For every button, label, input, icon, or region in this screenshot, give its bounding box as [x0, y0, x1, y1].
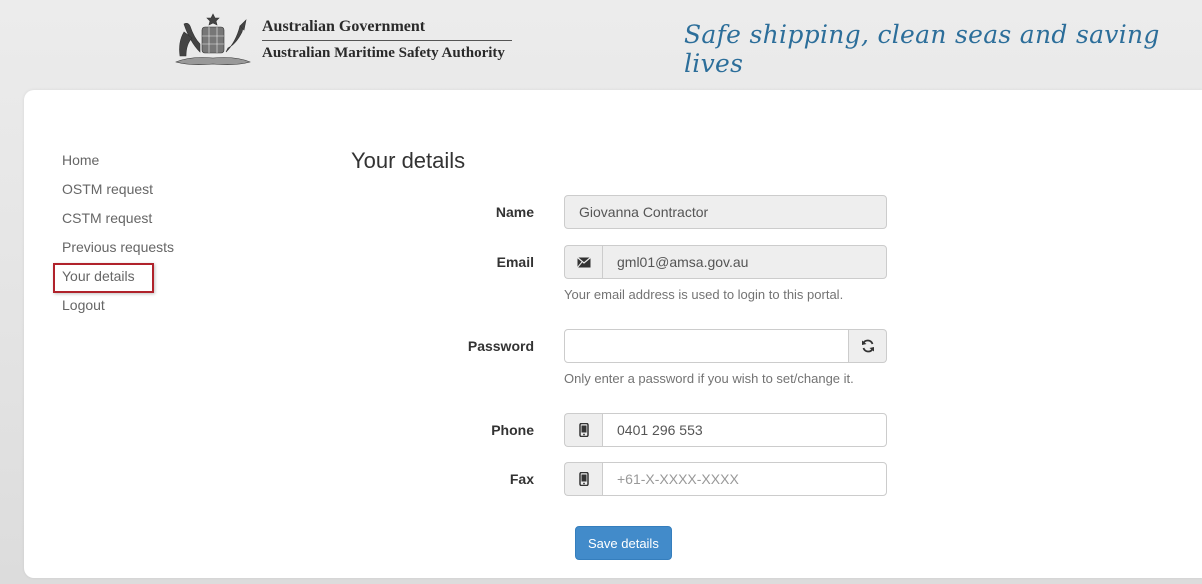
- tagline: Safe shipping, clean seas and saving liv…: [684, 20, 1160, 78]
- government-branding: Australian Government Australian Maritim…: [262, 18, 512, 62]
- site-header: Australian Government Australian Maritim…: [0, 0, 1202, 90]
- save-details-button[interactable]: Save details: [575, 526, 672, 560]
- email-input-group: [564, 245, 887, 279]
- email-label: Email: [496, 254, 534, 270]
- phone-input-group: [564, 413, 887, 447]
- mobile-phone-icon: [564, 413, 602, 447]
- password-label: Password: [467, 338, 534, 354]
- email-field[interactable]: [602, 245, 887, 279]
- name-field-wrapper: [564, 195, 887, 229]
- nav-item-home[interactable]: Home: [62, 150, 174, 179]
- page-title: Your details: [351, 148, 466, 173]
- refresh-icon[interactable]: [849, 329, 887, 363]
- mobile-phone-icon: [564, 462, 602, 496]
- name-field[interactable]: [564, 195, 887, 229]
- nav-item-logout[interactable]: Logout: [62, 295, 174, 324]
- name-label: Name: [495, 204, 534, 220]
- fax-label: Fax: [509, 471, 534, 487]
- password-input-group: [564, 329, 887, 363]
- coat-of-arms-icon: [175, 13, 251, 65]
- password-help-text: Only enter a password if you wish to set…: [564, 371, 854, 386]
- password-field[interactable]: [564, 329, 849, 363]
- fax-field[interactable]: [602, 462, 887, 496]
- main-card: Home OSTM request CSTM request Previous …: [24, 90, 1202, 578]
- fax-input-group: [564, 462, 887, 496]
- side-navigation: Home OSTM request CSTM request Previous …: [52, 150, 174, 324]
- phone-label: Phone: [491, 422, 534, 438]
- email-help-text: Your email address is used to login to t…: [564, 287, 844, 302]
- envelope-icon: [564, 245, 602, 279]
- phone-field[interactable]: [602, 413, 887, 447]
- government-name: Australian Government: [262, 18, 512, 41]
- authority-name: Australian Maritime Safety Authority: [262, 45, 505, 61]
